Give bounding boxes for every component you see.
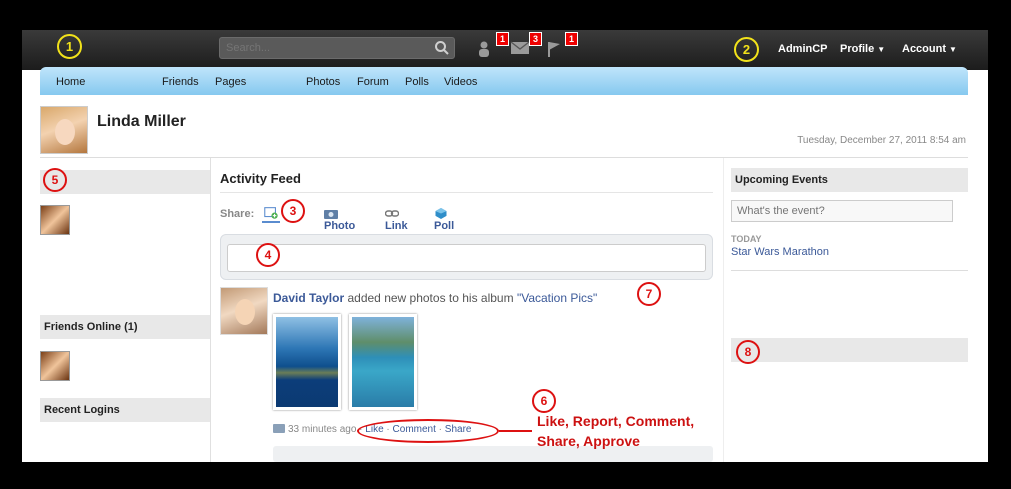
- friends-online-header: Friends Online (1): [40, 315, 210, 339]
- avatar[interactable]: [40, 205, 70, 235]
- right-sidebar: Upcoming Events TODAY Star Wars Marathon: [731, 158, 968, 462]
- nav-pages[interactable]: Pages: [215, 76, 246, 88]
- nav-videos[interactable]: Videos: [444, 76, 477, 88]
- share-poll-button[interactable]: Poll: [434, 208, 454, 232]
- notification-badge: 3: [528, 32, 542, 46]
- sidebar-header-blank: [731, 338, 968, 362]
- annotation-ellipse: [357, 419, 499, 443]
- notification-badge: 1: [564, 32, 578, 46]
- avatar[interactable]: [220, 287, 268, 335]
- divider: [731, 270, 968, 271]
- divider: [210, 158, 211, 462]
- chevron-down-icon: ▼: [877, 45, 886, 54]
- user-avatar[interactable]: [40, 106, 88, 154]
- notification-badge: 1: [495, 32, 509, 46]
- status-update-icon[interactable]: [262, 205, 280, 223]
- camera-icon: [324, 210, 338, 219]
- annotation-marker: 6: [532, 389, 556, 413]
- annotation-note: Like, Report, Comment, Share, Approve: [537, 413, 695, 449]
- friend-request-notification[interactable]: 1: [477, 32, 509, 58]
- feed-photo[interactable]: [273, 314, 341, 410]
- search-input[interactable]: [219, 37, 455, 59]
- search-icon[interactable]: [434, 40, 450, 56]
- nav-polls[interactable]: Polls: [405, 76, 429, 88]
- recent-logins-header: Recent Logins: [40, 398, 210, 422]
- annotation-connector: [499, 430, 532, 432]
- account-menu[interactable]: Account ▼: [902, 43, 957, 55]
- status-composer: [220, 234, 713, 280]
- current-date: Tuesday, December 27, 2011 8:54 am: [797, 135, 966, 146]
- feed-title: Activity Feed: [220, 171, 301, 186]
- nav-friends[interactable]: Friends: [162, 76, 199, 88]
- top-bar: 1 3 1 AdminCP Profile▼ Account▼: [22, 30, 988, 70]
- annotation-marker: 1: [57, 34, 82, 59]
- event-input[interactable]: [731, 200, 953, 222]
- account-menu-label: Account: [902, 43, 946, 55]
- friend-request-icon: [479, 41, 489, 57]
- chevron-down-icon: ▼: [949, 45, 957, 54]
- share-link-label: Link: [385, 220, 408, 232]
- avatar-face: [235, 299, 255, 325]
- camera-icon: [273, 424, 285, 433]
- story-album-link[interactable]: "Vacation Pics": [517, 291, 597, 305]
- event-link[interactable]: Star Wars Marathon: [731, 246, 829, 258]
- browser-viewport: 1 3 1 AdminCP Profile▼ Account▼ Home Fri…: [22, 30, 988, 462]
- story-time: 33 minutes ago: [288, 424, 357, 435]
- user-name[interactable]: Linda Miller: [97, 113, 186, 131]
- annotation-marker: 4: [256, 243, 280, 267]
- link-icon: [385, 210, 399, 217]
- annotation-marker: 8: [736, 340, 760, 364]
- today-label: TODAY: [731, 234, 762, 244]
- flag-icon: [548, 42, 560, 57]
- divider: [220, 192, 713, 193]
- profile-menu[interactable]: Profile ▼: [840, 43, 885, 55]
- share-photo-label: Photo: [324, 220, 356, 232]
- feed-photo[interactable]: [349, 314, 417, 410]
- annotation-marker: 7: [637, 282, 661, 306]
- status-input[interactable]: [227, 244, 706, 272]
- annotation-marker: 3: [281, 199, 305, 223]
- avatar[interactable]: [40, 351, 70, 381]
- admincp-link[interactable]: AdminCP: [778, 43, 828, 55]
- share-poll-label: Poll: [434, 220, 455, 232]
- nav-home[interactable]: Home: [56, 76, 85, 88]
- feed-story: David Taylor added new photos to his alb…: [273, 291, 597, 305]
- alerts-notification[interactable]: 1: [546, 32, 578, 58]
- nav-forum[interactable]: Forum: [357, 76, 389, 88]
- main-nav: Home Friends Pages Photos Forum Polls Vi…: [40, 67, 968, 95]
- story-author-link[interactable]: David Taylor: [273, 291, 344, 305]
- annotation-marker: 2: [734, 37, 759, 62]
- annotation-marker: 5: [43, 168, 67, 192]
- messages-notification[interactable]: 3: [510, 32, 542, 58]
- profile-menu-label: Profile: [840, 43, 875, 55]
- share-photo-button[interactable]: Photo: [324, 208, 355, 232]
- poll-icon: [435, 208, 447, 219]
- left-sidebar: Friends Online (1) Recent Logins: [40, 158, 210, 462]
- nav-photos[interactable]: Photos: [306, 76, 340, 88]
- upcoming-events-header: Upcoming Events: [731, 168, 968, 192]
- mail-icon: [510, 41, 530, 54]
- share-link-button[interactable]: Link: [385, 208, 408, 232]
- story-action: added new photos to his album: [347, 291, 514, 305]
- avatar-face: [55, 119, 75, 145]
- share-label: Share:: [220, 208, 255, 220]
